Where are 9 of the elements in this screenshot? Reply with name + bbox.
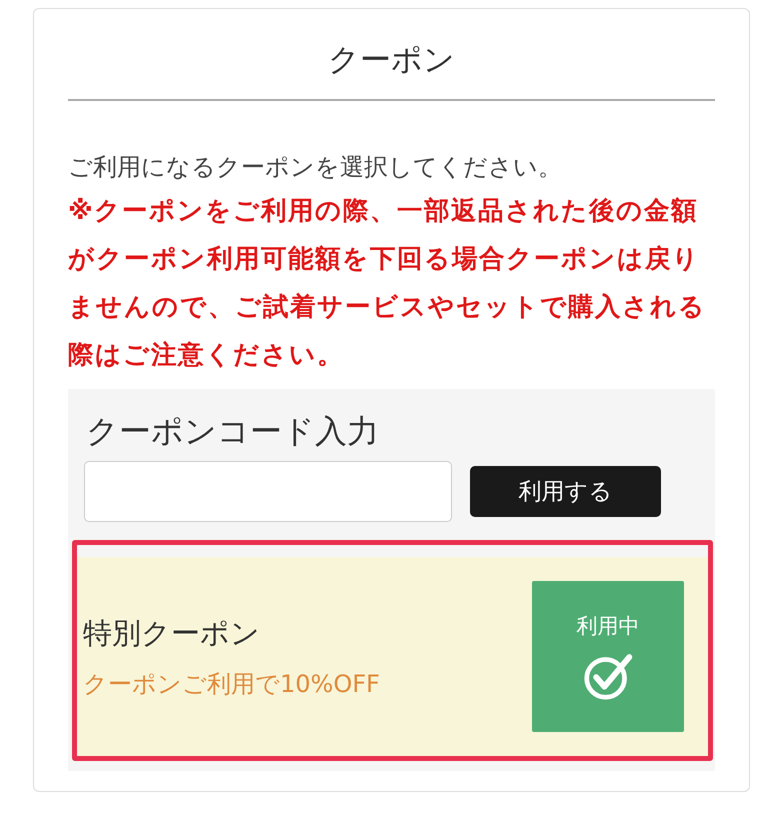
section-title: クーポン (68, 9, 715, 101)
apply-button[interactable]: 利用する (470, 466, 661, 517)
input-field[interactable] (84, 461, 452, 522)
code-entry-heading: クーポンコード入力 (85, 411, 380, 451)
warning-text: ※クーポンをご利用の際、一部返品された後の金額がクーポン利用可能額を下回る場合クーポンは戻りませんので、ご試着サービスやセットで購入される際はご注意ください。 (68, 195, 707, 372)
coupon-item[interactable]: 特別クーポン クーポンご利用で10%OFF 利用中 (77, 557, 708, 756)
coupon-description: クーポンご利用で10%OFF (83, 668, 380, 700)
coupon-name: 特別クーポン (83, 614, 261, 652)
instruction-text: ご利用になるクーポンを選択してください。 (68, 152, 563, 183)
